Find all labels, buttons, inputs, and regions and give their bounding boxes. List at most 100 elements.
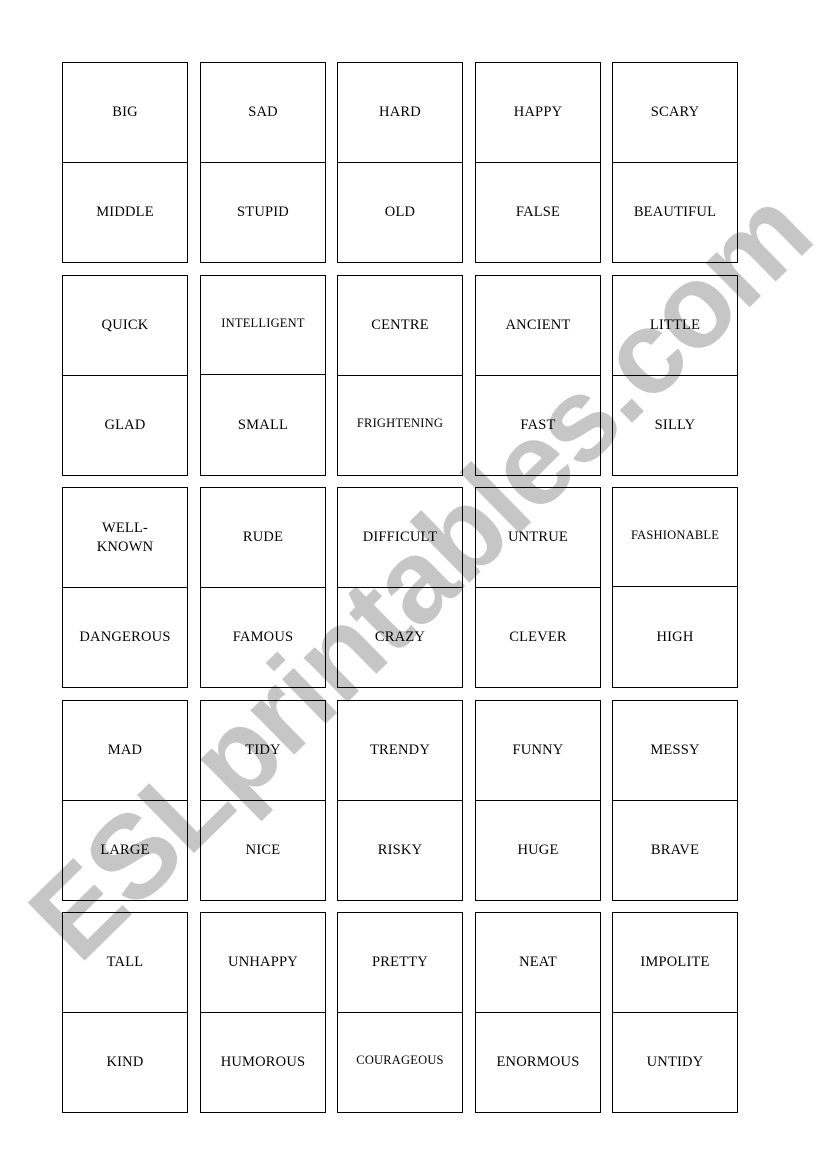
card-word: HAPPY bbox=[513, 104, 563, 120]
card-word: ENORMOUS bbox=[496, 1054, 580, 1070]
card-bottom-half: UNTIDY bbox=[613, 1013, 737, 1112]
card-top-half: LITTLE bbox=[613, 276, 737, 376]
card-top-half: ANCIENT bbox=[476, 276, 600, 376]
domino-card: QUICK GLAD bbox=[62, 275, 188, 476]
card-bottom-half: HIGH bbox=[613, 588, 737, 687]
card-word: SAD bbox=[248, 104, 278, 120]
card-word: MAD bbox=[107, 742, 143, 758]
card-word: CLEVER bbox=[509, 629, 567, 645]
card-word: FALSE bbox=[515, 204, 561, 220]
card-word: FRIGHTENING bbox=[356, 416, 444, 430]
card-word: LITTLE bbox=[649, 317, 701, 333]
domino-card: TIDY NICE bbox=[200, 700, 326, 901]
domino-card: TRENDY RISKY bbox=[337, 700, 463, 901]
card-top-half: FASHIONABLE bbox=[613, 488, 737, 587]
card-word: BIG bbox=[112, 104, 138, 120]
card-bottom-half: CLEVER bbox=[476, 588, 600, 687]
card-word: MESSY bbox=[650, 742, 700, 758]
domino-card: DIFFICULT CRAZY bbox=[337, 487, 463, 688]
domino-card: FASHIONABLE HIGH bbox=[612, 487, 738, 688]
card-bottom-half: FALSE bbox=[476, 163, 600, 262]
domino-card: MAD LARGE bbox=[62, 700, 188, 901]
card-word: CENTRE bbox=[371, 317, 429, 333]
domino-card: FUNNY HUGE bbox=[475, 700, 601, 901]
card-top-half: HAPPY bbox=[476, 63, 600, 163]
domino-card: IMPOLITE UNTIDY bbox=[612, 912, 738, 1113]
domino-card: HAPPY FALSE bbox=[475, 62, 601, 263]
card-word: FASHIONABLE bbox=[630, 527, 720, 542]
card-top-half: WELL-KNOWN bbox=[63, 488, 187, 588]
card-bottom-half: RISKY bbox=[338, 801, 462, 900]
card-word: HUGE bbox=[517, 842, 559, 858]
card-bottom-half: FAST bbox=[476, 376, 600, 475]
card-word: QUICK bbox=[101, 317, 149, 333]
card-top-half: SAD bbox=[201, 63, 325, 163]
card-word: RISKY bbox=[377, 842, 423, 858]
domino-card: NEAT ENORMOUS bbox=[475, 912, 601, 1113]
card-bottom-half: FRIGHTENING bbox=[338, 376, 462, 475]
card-bottom-half: DANGEROUS bbox=[63, 588, 187, 687]
card-word: HIGH bbox=[656, 629, 694, 645]
card-word: LARGE bbox=[100, 842, 150, 858]
card-word: TALL bbox=[106, 954, 144, 970]
card-word: UNTIDY bbox=[646, 1054, 704, 1070]
domino-card: PRETTY COURAGEOUS bbox=[337, 912, 463, 1113]
card-bottom-half: COURAGEOUS bbox=[338, 1013, 462, 1112]
card-word: SMALL bbox=[237, 417, 289, 433]
card-top-half: INTELLIGENT bbox=[201, 276, 325, 375]
card-word: NEAT bbox=[519, 954, 557, 970]
card-word: ANCIENT bbox=[505, 317, 571, 333]
card-bottom-half: NICE bbox=[201, 801, 325, 900]
domino-card: TALL KIND bbox=[62, 912, 188, 1113]
card-bottom-half: OLD bbox=[338, 163, 462, 262]
card-top-half: NEAT bbox=[476, 913, 600, 1013]
domino-card: WELL-KNOWN DANGEROUS bbox=[62, 487, 188, 688]
card-word: WELL-KNOWN bbox=[96, 519, 154, 555]
card-top-half: CENTRE bbox=[338, 276, 462, 376]
card-bottom-half: LARGE bbox=[63, 801, 187, 900]
domino-card: HARD OLD bbox=[337, 62, 463, 263]
card-word: DIFFICULT bbox=[362, 529, 438, 545]
card-top-half: IMPOLITE bbox=[613, 913, 737, 1013]
card-top-half: MESSY bbox=[613, 701, 737, 801]
card-word: FUNNY bbox=[512, 742, 564, 758]
card-top-half: RUDE bbox=[201, 488, 325, 588]
card-bottom-half: HUGE bbox=[476, 801, 600, 900]
card-word: BRAVE bbox=[650, 842, 700, 858]
card-top-half: TALL bbox=[63, 913, 187, 1013]
card-bottom-half: ENORMOUS bbox=[476, 1013, 600, 1112]
card-bottom-half: BRAVE bbox=[613, 801, 737, 900]
card-word: CRAZY bbox=[374, 629, 426, 645]
card-word: KIND bbox=[106, 1054, 144, 1070]
card-word: FAST bbox=[520, 417, 556, 433]
card-word: HUMOROUS bbox=[220, 1054, 306, 1070]
domino-card: MESSY BRAVE bbox=[612, 700, 738, 901]
card-word: SCARY bbox=[650, 104, 700, 120]
card-top-half: UNHAPPY bbox=[201, 913, 325, 1013]
card-bottom-half: SILLY bbox=[613, 376, 737, 475]
card-word: FAMOUS bbox=[232, 629, 294, 645]
card-word: BEAUTIFUL bbox=[633, 204, 717, 220]
card-word: NICE bbox=[245, 842, 281, 858]
card-top-half: BIG bbox=[63, 63, 187, 163]
card-word: TRENDY bbox=[369, 742, 430, 758]
card-word: SILLY bbox=[654, 417, 696, 433]
card-top-half: FUNNY bbox=[476, 701, 600, 801]
card-word: DANGEROUS bbox=[79, 629, 171, 645]
card-word: OLD bbox=[384, 204, 416, 220]
domino-card: INTELLIGENT SMALL bbox=[200, 275, 326, 476]
card-top-half: TIDY bbox=[201, 701, 325, 801]
domino-card: SCARY BEAUTIFUL bbox=[612, 62, 738, 263]
domino-card: RUDE FAMOUS bbox=[200, 487, 326, 688]
card-word: INTELLIGENT bbox=[221, 315, 305, 330]
card-top-half: UNTRUE bbox=[476, 488, 600, 588]
card-word: PRETTY bbox=[372, 954, 428, 970]
card-bottom-half: HUMOROUS bbox=[201, 1013, 325, 1112]
card-bottom-half: KIND bbox=[63, 1013, 187, 1112]
card-word: TIDY bbox=[245, 742, 281, 758]
card-word: MIDDLE bbox=[96, 204, 154, 220]
domino-card: UNHAPPY HUMOROUS bbox=[200, 912, 326, 1113]
card-top-half: PRETTY bbox=[338, 913, 462, 1013]
domino-card: CENTRE FRIGHTENING bbox=[337, 275, 463, 476]
card-top-half: MAD bbox=[63, 701, 187, 801]
